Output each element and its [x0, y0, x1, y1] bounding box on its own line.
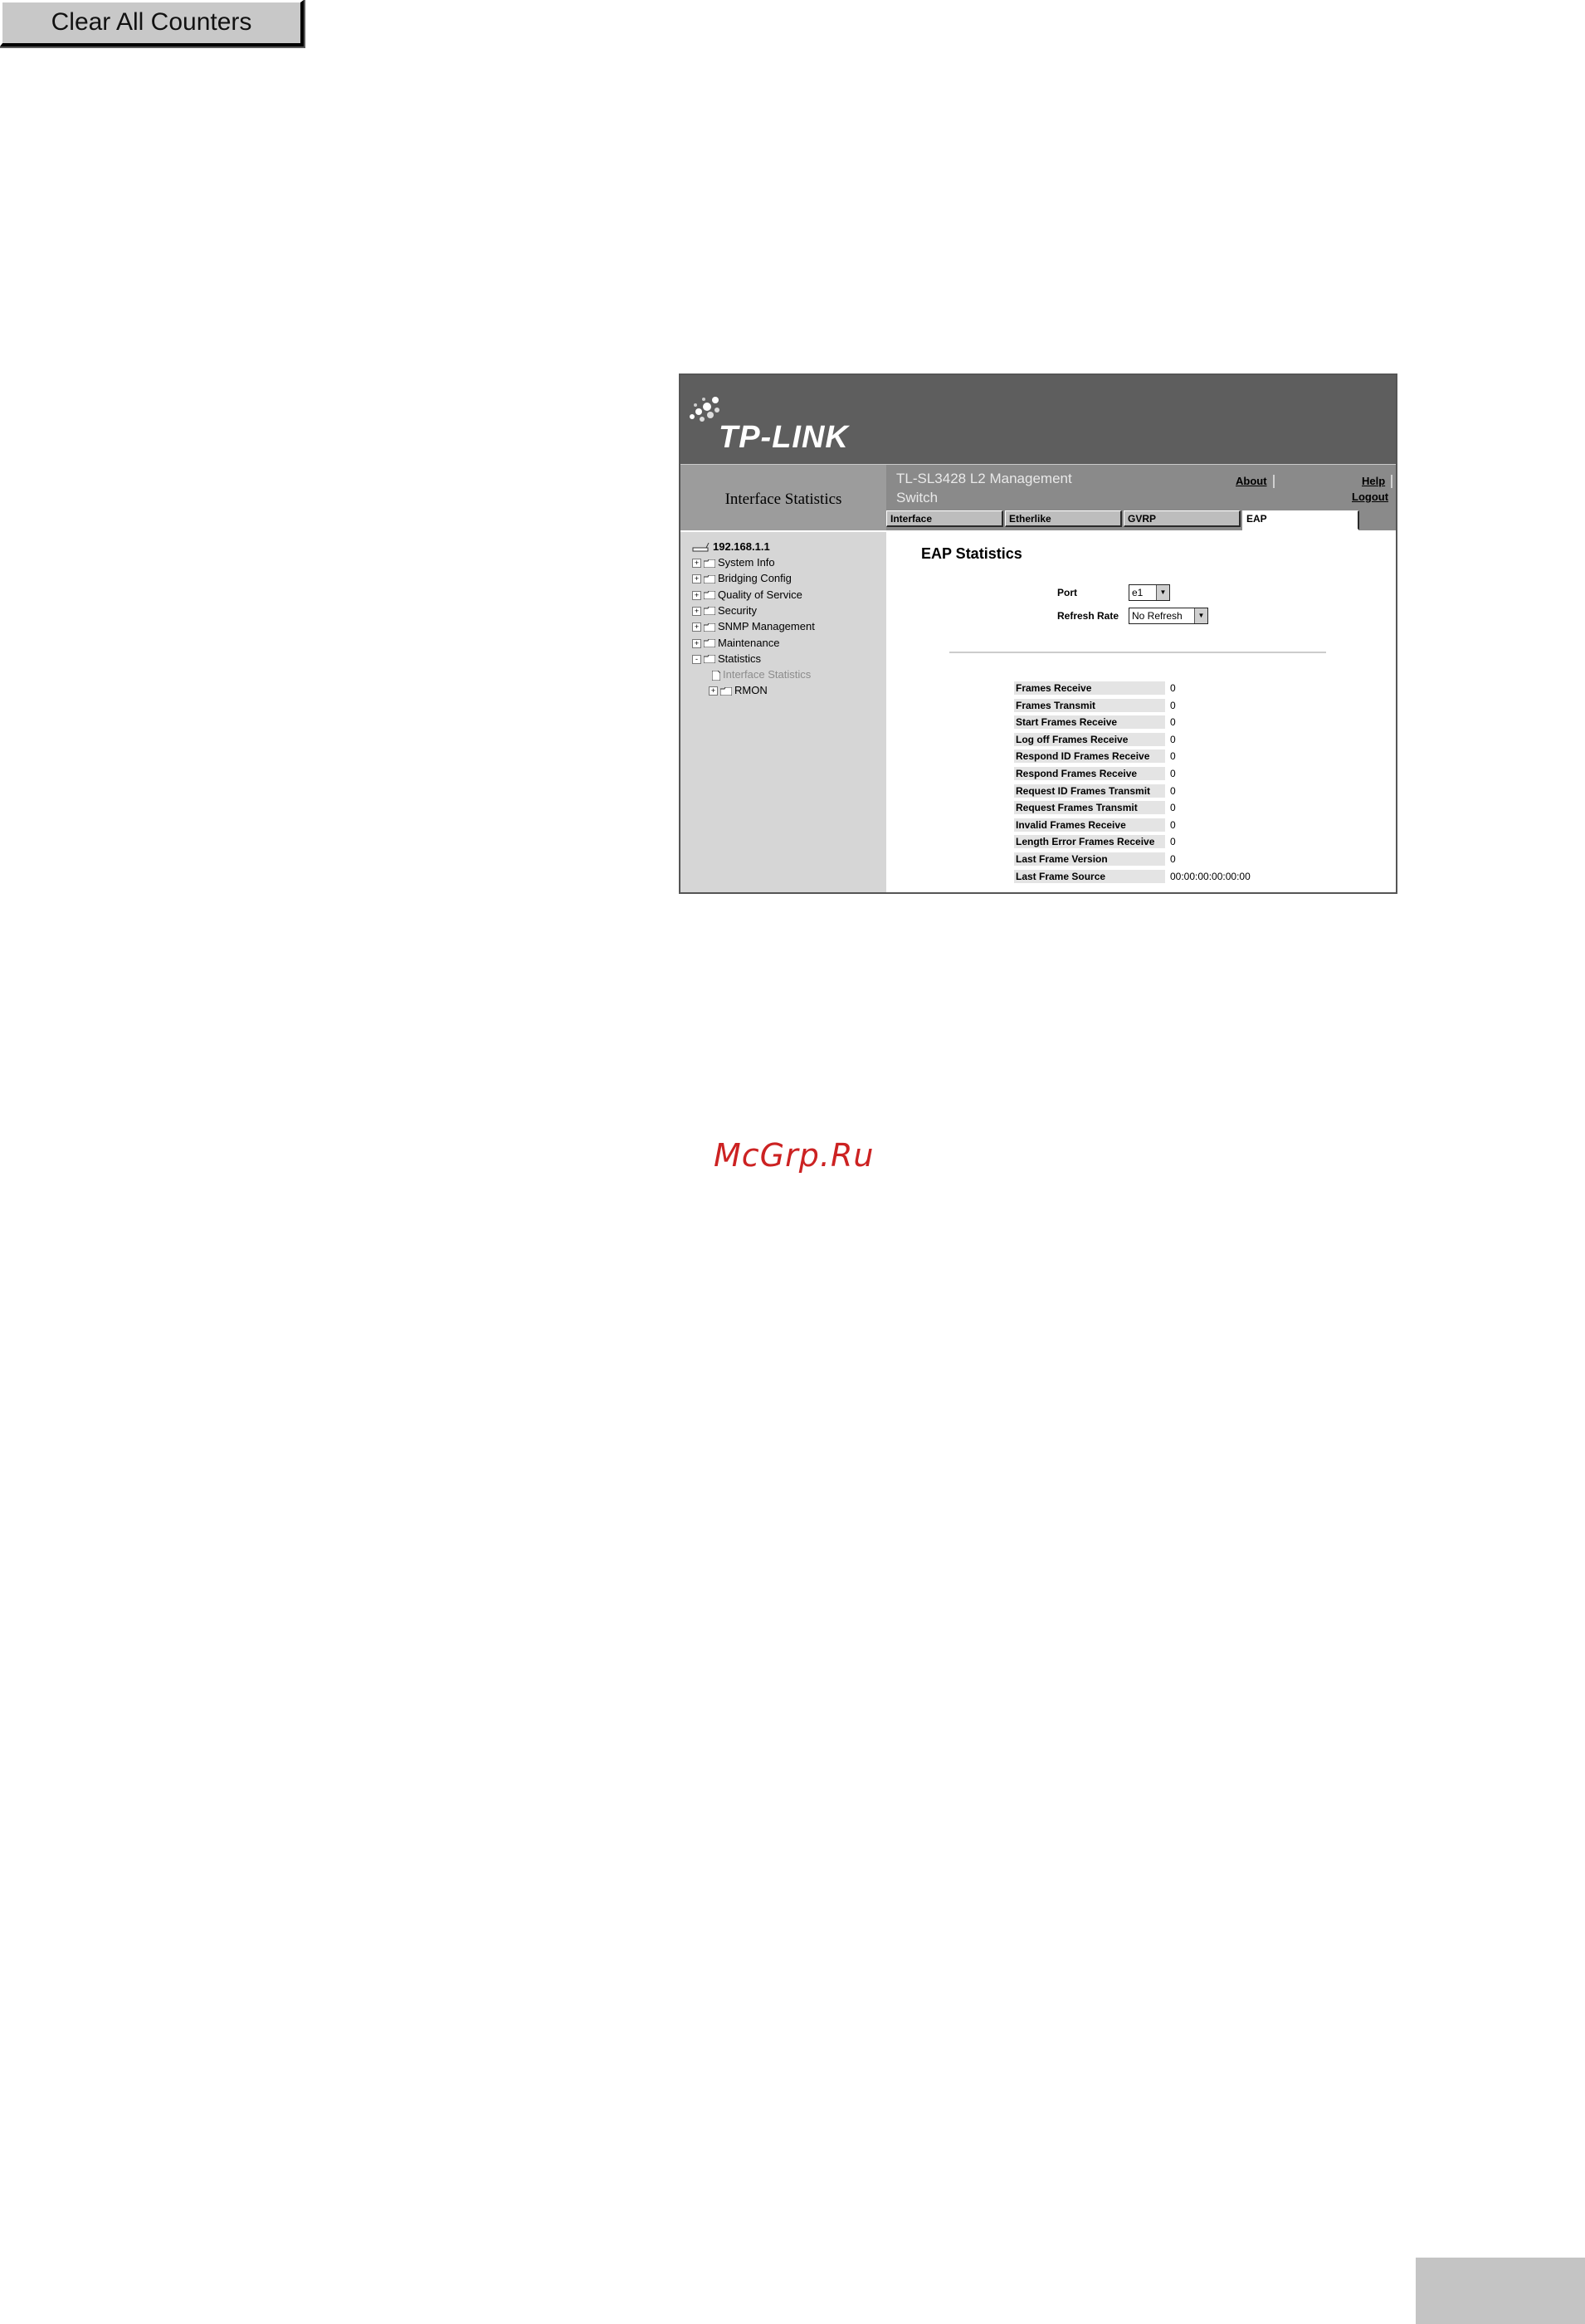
expand-icon[interactable]: + [692, 590, 701, 600]
tab-interface[interactable]: Interface [886, 510, 1003, 527]
expand-icon[interactable]: + [692, 574, 701, 584]
tree-item-label: SNMP Management [718, 620, 815, 633]
tree-item-label: Bridging Config [718, 572, 792, 585]
about-link[interactable]: About [1236, 475, 1267, 487]
stat-label: Request ID Frames Transmit [1014, 784, 1165, 798]
help-separator [1391, 475, 1392, 488]
page-header: Interface Statistics [680, 464, 886, 531]
tree-item-system-info[interactable]: + System Info [692, 556, 775, 569]
tree-item-statistics[interactable]: - Statistics [692, 652, 761, 665]
stat-label: Respond ID Frames Receive [1014, 749, 1165, 764]
stat-value: 0 [1170, 784, 1176, 797]
tree-item-label: System Info [718, 556, 775, 569]
stat-label: Request Frames Transmit [1014, 801, 1165, 815]
refresh-rate-label: Refresh Rate [1057, 610, 1119, 622]
stat-label: Last Frame Source [1014, 869, 1165, 883]
stat-label: Length Error Frames Receive [1014, 835, 1165, 849]
divider [949, 652, 1326, 653]
tree-item-label: Security [718, 603, 757, 617]
stat-value: 0 [1170, 733, 1176, 745]
brand-logo: TP-LINK [719, 420, 849, 455]
port-select-value: e1 [1132, 587, 1144, 598]
refresh-rate-select[interactable]: No Refresh ▼ [1129, 608, 1208, 624]
expand-icon[interactable]: + [709, 686, 718, 696]
stat-value: 0 [1170, 836, 1176, 848]
navigation-tree: 192.168.1.1 + System Info + Bridging Confi… [680, 530, 886, 892]
tree-item-label: Maintenance [718, 636, 780, 649]
stat-value: 0 [1170, 852, 1176, 865]
stat-value: 00:00:00:00:00:00 [1170, 870, 1251, 882]
stat-value: 0 [1170, 767, 1176, 779]
stat-label: Log off Frames Receive [1014, 732, 1165, 746]
stat-label: Frames Transmit [1014, 698, 1165, 712]
port-select[interactable]: e1 ▼ [1129, 584, 1170, 601]
expand-icon[interactable]: + [692, 559, 701, 569]
about-separator [1273, 475, 1275, 488]
folder-icon [704, 639, 715, 648]
stat-value: 0 [1170, 818, 1176, 831]
folder-icon [704, 574, 715, 583]
clear-all-counters-button[interactable]: Clear All Counters [0, 0, 305, 48]
stat-label: Respond Frames Receive [1014, 766, 1165, 780]
folder-icon [704, 607, 715, 616]
tree-item-label: Interface Statistics [723, 668, 812, 681]
tree-item-label: Statistics [718, 652, 762, 665]
folder-icon [704, 591, 715, 600]
watermark: McGrp.Ru [714, 1137, 875, 1174]
main-content: EAP Statistics Port e1 ▼ Refresh Rate No… [886, 530, 1396, 892]
document-icon [711, 670, 721, 681]
tree-item-label: Quality of Service [718, 588, 802, 601]
help-link[interactable]: Help [1362, 475, 1385, 487]
product-name: TL-SL3428 L2 Management Switch [896, 471, 1072, 505]
tree-item-quality-of-service[interactable]: + Quality of Service [692, 588, 802, 601]
port-label: Port [1057, 587, 1077, 598]
stat-label: Invalid Frames Receive [1014, 818, 1165, 832]
stat-value: 0 [1170, 716, 1176, 729]
stat-value: 0 [1170, 802, 1176, 814]
tree-item-snmp-management[interactable]: + SNMP Management [692, 620, 815, 632]
tab-gvrp[interactable]: GVRP [1124, 510, 1241, 527]
stat-label: Last Frame Version [1014, 852, 1165, 866]
tree-item-rmon[interactable]: + RMON [709, 684, 768, 696]
tab-eap[interactable]: EAP [1242, 510, 1359, 530]
chevron-down-icon[interactable]: ▼ [1156, 585, 1169, 600]
folder-icon [704, 559, 715, 568]
expand-icon[interactable]: + [692, 606, 701, 616]
collapse-icon[interactable]: - [692, 654, 701, 664]
tree-root[interactable]: 192.168.1.1 [692, 540, 770, 553]
folder-icon [704, 622, 715, 632]
tab-etherlike[interactable]: Etherlike [1005, 510, 1122, 527]
tab-bar: Interface Etherlike GVRP EAP [886, 510, 1396, 530]
refresh-rate-select-value: No Refresh [1132, 610, 1183, 622]
page-header-title: Interface Statistics [724, 491, 842, 508]
folder-open-icon [704, 655, 715, 664]
stat-value: 0 [1170, 682, 1176, 694]
expand-icon[interactable]: + [692, 622, 701, 632]
tree-item-label: RMON [734, 684, 768, 697]
logo-dots-icon [690, 397, 719, 422]
tree-item-maintenance[interactable]: + Maintenance [692, 637, 779, 649]
folder-icon [720, 686, 732, 696]
chevron-down-icon[interactable]: ▼ [1194, 608, 1207, 623]
tree-item-security[interactable]: + Security [692, 604, 757, 617]
logout-link[interactable]: Logout [1352, 491, 1388, 503]
page-title: EAP Statistics [921, 545, 1022, 562]
page-number-tab [1416, 2258, 1585, 2324]
brand-banner: TP-LINK [680, 375, 1396, 464]
tree-item-interface-statistics[interactable]: Interface Statistics [711, 668, 812, 681]
switch-web-ui-screenshot: TP-LINK Interface Statistics TL-SL3428 L… [679, 374, 1397, 894]
network-device-icon [692, 542, 710, 552]
stat-label: Start Frames Receive [1014, 715, 1165, 730]
stat-value: 0 [1170, 750, 1176, 763]
stat-label: Frames Receive [1014, 681, 1165, 695]
tree-root-label: 192.168.1.1 [713, 540, 770, 553]
stat-value: 0 [1170, 699, 1176, 711]
tree-item-bridging-config[interactable]: + Bridging Config [692, 572, 792, 584]
expand-icon[interactable]: + [692, 638, 701, 648]
